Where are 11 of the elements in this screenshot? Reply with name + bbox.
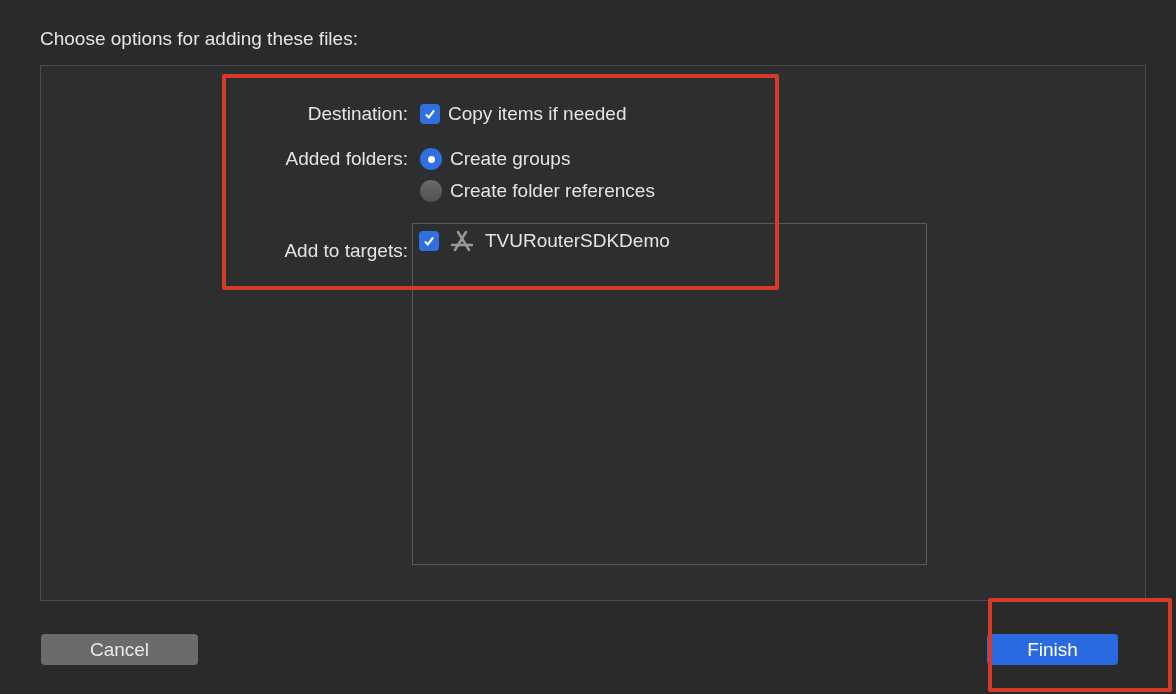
finish-button[interactable]: Finish: [987, 634, 1118, 665]
cancel-button[interactable]: Cancel: [41, 634, 198, 665]
folder-radio[interactable]: Create folder references: [420, 178, 1145, 204]
copy-items-checkbox[interactable]: Copy items if needed: [420, 101, 1145, 127]
field-label: Add to targets:: [283, 239, 408, 263]
field-label: Added folders:: [284, 147, 408, 171]
app-icon: [449, 230, 475, 252]
folder-radio[interactable]: Create groups: [420, 146, 1145, 172]
field-label: Destination:: [306, 102, 408, 126]
dialog-title: Choose options for adding these files:: [40, 28, 359, 51]
target-item[interactable]: TVURouterSDKDemo: [419, 228, 920, 254]
